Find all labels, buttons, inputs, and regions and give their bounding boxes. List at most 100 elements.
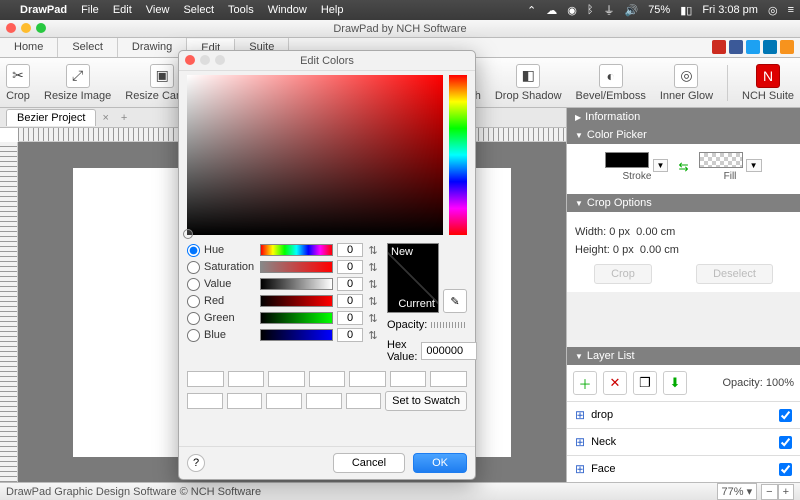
- expand-layer-icon[interactable]: ⊞: [575, 408, 585, 422]
- green-radio[interactable]: [187, 312, 200, 325]
- bevel-tool[interactable]: ◐Bevel/Emboss: [576, 64, 646, 102]
- dialog-close-icon[interactable]: [185, 55, 195, 65]
- value-slider[interactable]: [260, 278, 333, 290]
- layer-row[interactable]: ⊞Neck: [567, 428, 800, 455]
- ok-button[interactable]: OK: [413, 453, 467, 473]
- swatch-slot[interactable]: [266, 393, 302, 409]
- swatch-slot[interactable]: [346, 393, 382, 409]
- blue-value[interactable]: 0: [337, 328, 363, 342]
- value-value[interactable]: 0: [337, 277, 363, 291]
- help-button[interactable]: ?: [187, 454, 205, 472]
- duplicate-layer-button[interactable]: ❐: [633, 371, 657, 395]
- circle-icon[interactable]: ◉: [567, 4, 577, 17]
- layer-visibility-checkbox[interactable]: [779, 409, 792, 422]
- green-value[interactable]: 0: [337, 311, 363, 325]
- zoom-in-button[interactable]: +: [778, 484, 794, 500]
- layer-visibility-checkbox[interactable]: [779, 436, 792, 449]
- swatch-slot[interactable]: [187, 371, 224, 387]
- menu-window[interactable]: Window: [268, 4, 307, 16]
- cloud-icon[interactable]: ⌃: [527, 4, 536, 17]
- sync-icon[interactable]: ☁: [546, 4, 557, 17]
- crop-tool[interactable]: ✂Crop: [6, 64, 30, 102]
- green-slider[interactable]: [260, 312, 333, 324]
- stepper-icon[interactable]: ⇅: [367, 312, 379, 325]
- hue-radio[interactable]: [187, 244, 200, 257]
- swatch-slot[interactable]: [390, 371, 427, 387]
- fill-dropdown-icon[interactable]: ▼: [746, 159, 762, 172]
- color-field-cursor[interactable]: [183, 229, 193, 239]
- delete-layer-button[interactable]: ✕: [603, 371, 627, 395]
- opacity-slider[interactable]: [431, 322, 467, 328]
- stroke-dropdown-icon[interactable]: ▼: [653, 159, 669, 172]
- information-panel-header[interactable]: ▶Information: [567, 108, 800, 126]
- hue-value[interactable]: 0: [337, 243, 363, 257]
- doc-tab-bezier[interactable]: Bezier Project: [6, 109, 96, 126]
- rss-icon[interactable]: [780, 40, 794, 54]
- clock[interactable]: Fri 3:08 pm: [702, 4, 758, 16]
- linkedin-icon[interactable]: [763, 40, 777, 54]
- stepper-icon[interactable]: ⇅: [367, 261, 379, 274]
- minimize-window-icon[interactable]: [21, 23, 31, 33]
- swatch-slot[interactable]: [187, 393, 223, 409]
- tab-home[interactable]: Home: [0, 38, 58, 57]
- add-layer-button[interactable]: ＋: [573, 371, 597, 395]
- layer-row[interactable]: ⊞drop: [567, 401, 800, 428]
- hex-input[interactable]: [421, 342, 477, 360]
- layer-visibility-checkbox[interactable]: [779, 463, 792, 476]
- red-value[interactable]: 0: [337, 294, 363, 308]
- color-picker-panel-header[interactable]: ▼Color Picker: [567, 126, 800, 144]
- swatch-slot[interactable]: [349, 371, 386, 387]
- red-radio[interactable]: [187, 295, 200, 308]
- color-field[interactable]: [187, 75, 443, 235]
- eyedropper-button[interactable]: ✎: [443, 289, 467, 313]
- google-plus-icon[interactable]: [712, 40, 726, 54]
- set-to-swatch-button[interactable]: Set to Swatch: [385, 391, 467, 411]
- crop-button[interactable]: Crop: [594, 264, 652, 284]
- stepper-icon[interactable]: ⇅: [367, 329, 379, 342]
- swatch-slot[interactable]: [430, 371, 467, 387]
- zoom-select[interactable]: 77% ▾: [717, 483, 758, 500]
- blue-radio[interactable]: [187, 329, 200, 342]
- resize-image-tool[interactable]: ⤢Resize Image: [44, 64, 111, 102]
- layer-row[interactable]: ⊞Face: [567, 455, 800, 482]
- add-tab-icon[interactable]: +: [115, 112, 133, 124]
- close-tab-icon[interactable]: ×: [96, 112, 114, 124]
- fill-swatch[interactable]: [699, 152, 743, 168]
- expand-layer-icon[interactable]: ⊞: [575, 435, 585, 449]
- twitter-icon[interactable]: [746, 40, 760, 54]
- drop-shadow-tool[interactable]: ◧Drop Shadow: [495, 64, 562, 102]
- swap-colors-icon[interactable]: ⇆: [678, 152, 688, 182]
- blue-slider[interactable]: [260, 329, 333, 341]
- zoom-window-icon[interactable]: [36, 23, 46, 33]
- menu-tools[interactable]: Tools: [228, 4, 254, 16]
- stepper-icon[interactable]: ⇅: [367, 244, 379, 257]
- merge-layer-button[interactable]: ⬇: [663, 371, 687, 395]
- saturation-slider[interactable]: [260, 261, 333, 273]
- deselect-button[interactable]: Deselect: [696, 264, 773, 284]
- volume-icon[interactable]: 🔊: [624, 4, 638, 17]
- hue-strip[interactable]: [449, 75, 467, 235]
- swatch-slot[interactable]: [309, 371, 346, 387]
- swatch-slot[interactable]: [306, 393, 342, 409]
- inner-glow-tool[interactable]: ◎Inner Glow: [660, 64, 713, 102]
- hue-slider[interactable]: [260, 244, 333, 256]
- saturation-radio[interactable]: [187, 261, 200, 274]
- swatch-slot[interactable]: [228, 371, 265, 387]
- swatch-slot[interactable]: [268, 371, 305, 387]
- menu-edit[interactable]: Edit: [113, 4, 132, 16]
- stroke-swatch[interactable]: [605, 152, 649, 168]
- stepper-icon[interactable]: ⇅: [367, 295, 379, 308]
- zoom-out-button[interactable]: −: [761, 484, 777, 500]
- fill-swatch-group[interactable]: ▼ Fill: [699, 152, 762, 182]
- menu-file[interactable]: File: [81, 4, 99, 16]
- spotlight-icon[interactable]: ◎: [768, 4, 778, 17]
- expand-layer-icon[interactable]: ⊞: [575, 462, 585, 476]
- bluetooth-icon[interactable]: ᛒ: [587, 4, 594, 16]
- menu-select[interactable]: Select: [183, 4, 214, 16]
- cancel-button[interactable]: Cancel: [333, 453, 405, 473]
- tab-drawing[interactable]: Drawing: [118, 38, 187, 57]
- value-radio[interactable]: [187, 278, 200, 291]
- crop-options-panel-header[interactable]: ▼Crop Options: [567, 194, 800, 212]
- menu-view[interactable]: View: [146, 4, 170, 16]
- app-menu[interactable]: DrawPad: [20, 4, 67, 16]
